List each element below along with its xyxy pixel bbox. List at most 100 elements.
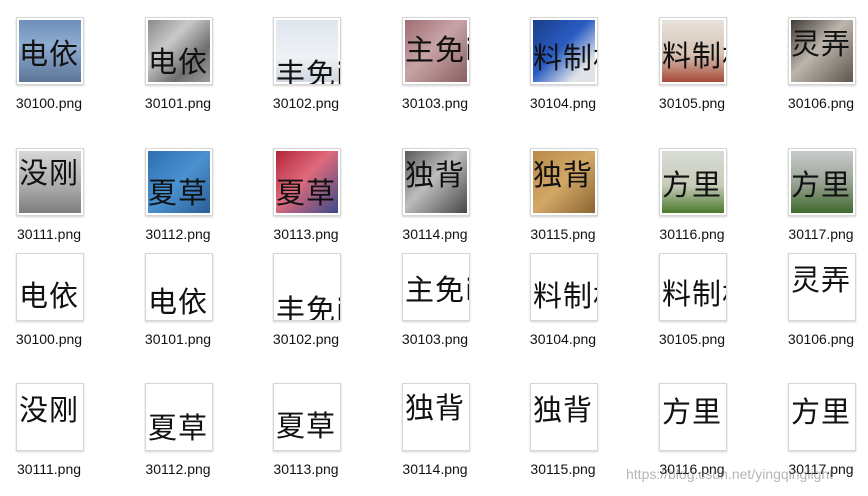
file-item[interactable]: 主免ii30103.png [386,253,486,363]
thumbnail-text: 电依 [148,285,209,319]
image-thumbnail[interactable]: 丰免ii [273,253,341,321]
file-item[interactable]: 电依 30101.png [129,253,229,363]
file-item[interactable]: 丰免ii30102.png [257,253,357,363]
file-name[interactable]: 30117.png [766,461,868,477]
thumbnail-text: 独背 [405,391,466,425]
file-name[interactable]: 30104.png [508,331,618,347]
file-item[interactable]: 灵弄 30106.png [772,17,868,127]
image-thumbnail[interactable]: 方里 [659,148,727,216]
file-item[interactable]: 丰免ii30102.png [257,17,357,127]
file-name[interactable]: 30100.png [0,331,104,347]
file-item[interactable]: 独背 30115.png [514,383,614,493]
file-name[interactable]: 30114.png [380,226,490,242]
thumbnail-text: 独背 [533,158,594,192]
file-name[interactable]: 30115.png [508,226,618,242]
file-name[interactable]: 30103.png [380,331,490,347]
thumbnail-text: 主免ii [405,33,469,67]
thumbnail-text: 夏草 [276,176,337,210]
file-item[interactable]: 电依 30101.png [129,17,229,127]
file-item[interactable]: 主免ii30103.png [386,17,486,127]
image-thumbnail[interactable]: 夏草 [273,148,341,216]
image-thumbnail[interactable]: 夏草 [273,383,341,451]
file-item[interactable]: 没刚 30111.png [0,148,100,258]
file-item[interactable]: 方里 30117.png [772,148,868,258]
image-thumbnail[interactable]: 电依 [145,17,213,85]
thumbnail-text: 料制林 [533,279,597,313]
file-item[interactable]: 料制林30105.png [643,17,743,127]
thumbnail-text: 丰免ii [276,293,340,321]
thumbnail-text: 主免ii [405,273,469,307]
image-thumbnail[interactable]: 灵弄 [788,17,856,85]
image-thumbnail[interactable]: 料制林 [530,253,598,321]
image-thumbnail[interactable]: 主免ii [402,253,470,321]
file-name[interactable]: 30111.png [0,226,104,242]
image-thumbnail[interactable]: 独背 [530,383,598,451]
file-item[interactable]: 电依 30100.png [0,17,100,127]
image-thumbnail[interactable]: 电依 [16,253,84,321]
file-item[interactable]: 电依 30100.png [0,253,100,363]
file-name[interactable]: 30102.png [251,95,361,111]
thumbnail-text: 灵弄 [791,27,852,61]
image-thumbnail[interactable]: 夏草 [145,383,213,451]
image-thumbnail[interactable]: 夏草 [145,148,213,216]
file-item[interactable]: 独背 30114.png [386,148,486,258]
file-item[interactable]: 独背 30114.png [386,383,486,493]
file-name[interactable]: 30113.png [251,461,361,477]
image-thumbnail[interactable]: 电依 [16,17,84,85]
file-item[interactable]: 料制林30104.png [514,17,614,127]
file-name[interactable]: 30101.png [123,95,233,111]
thumbnail-text: 电依 [19,279,80,313]
file-name[interactable]: 30112.png [123,461,233,477]
file-name[interactable]: 30104.png [508,95,618,111]
image-thumbnail[interactable]: 主免ii [402,17,470,85]
image-thumbnail[interactable]: 没刚 [16,148,84,216]
file-item[interactable]: 料制林30105.png [643,253,743,363]
file-name[interactable]: 30111.png [0,461,104,477]
image-thumbnail[interactable]: 没刚 [16,383,84,451]
thumbnail-text: 夏草 [276,409,337,443]
file-name[interactable]: 30106.png [766,331,868,347]
file-item[interactable]: 夏草 30112.png [129,383,229,493]
file-name[interactable]: 30105.png [637,331,747,347]
file-name[interactable]: 30117.png [766,226,868,242]
image-thumbnail[interactable]: 丰免ii [273,17,341,85]
image-thumbnail[interactable]: 料制林 [659,253,727,321]
file-name[interactable]: 30112.png [123,226,233,242]
file-name[interactable]: 30101.png [123,331,233,347]
file-item[interactable]: 夏草 30113.png [257,148,357,258]
thumbnail-text: 丰免ii [276,57,340,85]
image-thumbnail[interactable]: 方里 [788,383,856,451]
file-item[interactable]: 夏草 30112.png [129,148,229,258]
thumbnail-text: 夏草 [148,411,209,445]
image-thumbnail[interactable]: 灵弄 [788,253,856,321]
file-item[interactable]: 方里 30116.png [643,383,743,493]
image-thumbnail[interactable]: 方里 [788,148,856,216]
image-thumbnail[interactable]: 独背 [402,148,470,216]
thumbnail-text: 电依 [19,37,80,71]
file-name[interactable]: 30106.png [766,95,868,111]
image-thumbnail[interactable]: 料制林 [659,17,727,85]
file-name[interactable]: 30116.png [637,226,747,242]
file-item[interactable]: 料制林30104.png [514,253,614,363]
file-item[interactable]: 方里 30117.png [772,383,868,493]
file-item[interactable]: 夏草 30113.png [257,383,357,493]
file-name[interactable]: 30102.png [251,331,361,347]
file-name[interactable]: 30105.png [637,95,747,111]
image-thumbnail[interactable]: 独背 [530,148,598,216]
file-item[interactable]: 方里 30116.png [643,148,743,258]
file-item[interactable]: 没刚 30111.png [0,383,100,493]
file-grid: 电依30100.png电依30101.png丰免ii30102.png主免ii3… [0,0,868,496]
file-name[interactable]: 30114.png [380,461,490,477]
image-thumbnail[interactable]: 方里 [659,383,727,451]
file-name[interactable]: 30116.png [637,461,747,477]
image-thumbnail[interactable]: 料制林 [530,17,598,85]
file-name[interactable]: 30103.png [380,95,490,111]
file-name[interactable]: 30115.png [508,461,618,477]
file-name[interactable]: 30100.png [0,95,104,111]
file-item[interactable]: 灵弄 30106.png [772,253,868,363]
image-thumbnail[interactable]: 电依 [145,253,213,321]
thumbnail-text: 没刚 [19,393,80,427]
file-name[interactable]: 30113.png [251,226,361,242]
file-item[interactable]: 独背 30115.png [514,148,614,258]
image-thumbnail[interactable]: 独背 [402,383,470,451]
